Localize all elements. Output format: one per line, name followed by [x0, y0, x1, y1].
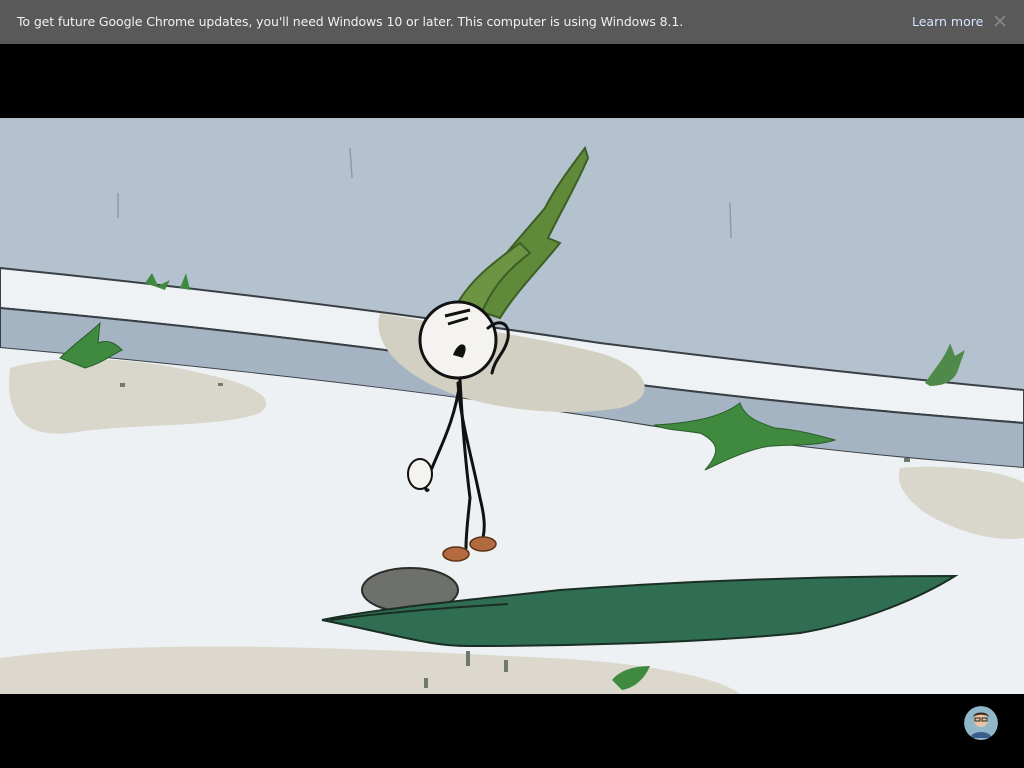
game-scene	[0, 118, 1024, 694]
update-infobar: To get future Google Chrome updates, you…	[0, 0, 1024, 44]
user-avatar-icon[interactable]	[964, 706, 998, 740]
browser-page: To get future Google Chrome updates, you…	[0, 0, 1024, 768]
close-icon[interactable]	[992, 13, 1008, 29]
stickman-hand	[407, 458, 433, 490]
stickman-foot-left	[442, 546, 470, 562]
game-canvas[interactable]	[0, 118, 1024, 694]
infobar-message: To get future Google Chrome updates, you…	[17, 14, 684, 29]
learn-more-link[interactable]: Learn more	[912, 14, 983, 29]
stickman-foot-right	[469, 536, 497, 552]
